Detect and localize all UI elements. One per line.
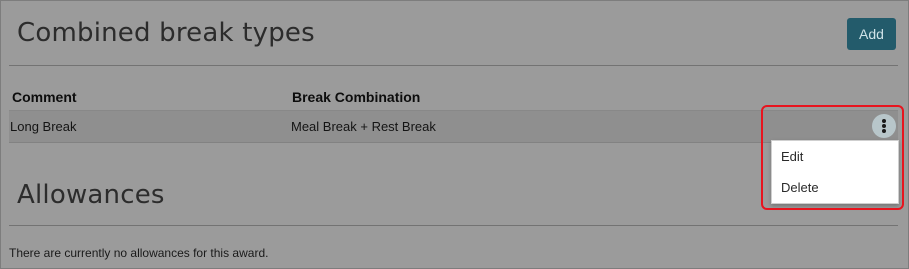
section-divider (9, 225, 898, 226)
highlight-annotation (761, 105, 904, 210)
add-button[interactable]: Add (847, 18, 896, 50)
cell-comment: Long Break (10, 119, 77, 134)
allowances-title: Allowances (17, 180, 165, 210)
section-divider (9, 65, 898, 66)
column-header-break-combination: Break Combination (292, 89, 421, 105)
empty-state-message: There are currently no allowances for th… (9, 246, 269, 260)
combined-break-types-title: Combined break types (17, 18, 315, 48)
cell-break-combination: Meal Break + Rest Break (291, 119, 436, 134)
column-header-comment: Comment (12, 89, 77, 105)
